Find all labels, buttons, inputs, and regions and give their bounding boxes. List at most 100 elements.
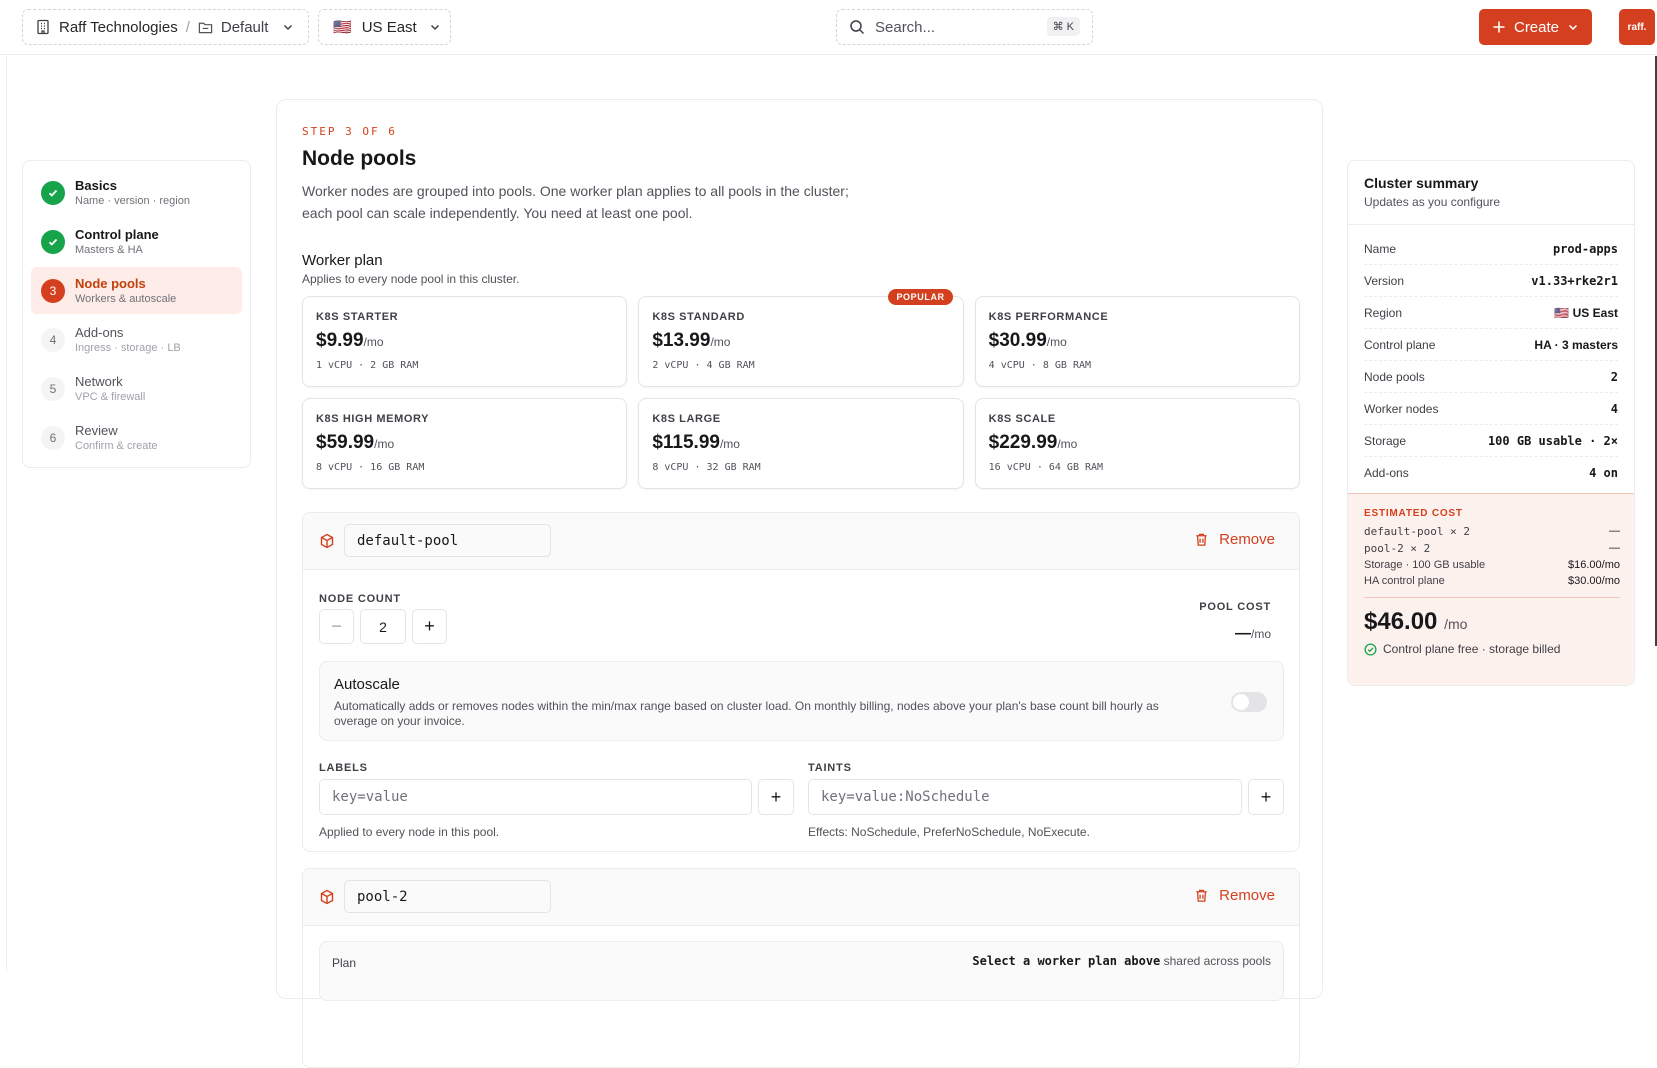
cluster-summary: Cluster summary Updates as you configure… xyxy=(1347,160,1635,686)
step-title: Control plane xyxy=(75,227,159,242)
cost-row: Storage · 100 GB usable $16.00/mo xyxy=(1364,559,1620,571)
step-title: Review xyxy=(75,423,118,438)
step-add-ons[interactable]: 4 Add-ons Ingress · storage · LB xyxy=(31,316,242,363)
summary-key: Storage xyxy=(1364,433,1407,448)
pool-name-input[interactable]: default-pool xyxy=(344,524,551,557)
check-icon xyxy=(41,180,65,205)
summary-value: 🇺🇸 US East xyxy=(1554,305,1618,320)
check-circle-icon xyxy=(1364,642,1377,656)
cost-value: $30.00/mo xyxy=(1568,575,1620,587)
cube-icon xyxy=(320,533,334,549)
project-name: Default xyxy=(220,18,269,36)
autoscale-title: Autoscale xyxy=(334,676,400,693)
org-project-switcher[interactable]: Raff Technologies / Default xyxy=(22,9,309,45)
plan-name: K8S HIGH MEMORY xyxy=(316,413,430,425)
region-switcher[interactable]: 🇺🇸 US East xyxy=(318,9,451,45)
plan-name: K8S PERFORMANCE xyxy=(988,311,1109,323)
remove-pool-button[interactable]: Remove xyxy=(1194,531,1275,548)
labels-hint: Applied to every node in this pool. xyxy=(319,825,500,839)
check-icon xyxy=(41,229,65,254)
top-bar: Raff Technologies / Default 🇺🇸 US East S… xyxy=(0,0,1657,55)
taints-hint: Effects: NoSchedule, PreferNoSchedule, N… xyxy=(808,825,1090,839)
remove-pool-button[interactable]: Remove xyxy=(1194,887,1275,904)
increment-button[interactable]: + xyxy=(412,609,447,644)
cost-key: Storage · 100 GB usable xyxy=(1364,559,1486,571)
wizard-steps: Basics Name · version · region Control pl… xyxy=(22,160,251,468)
total-cost: $46.00 /mo xyxy=(1364,608,1620,636)
pool-cost-value: —/mo xyxy=(1235,625,1271,643)
plan-unit: /mo xyxy=(1057,437,1078,451)
pool-header: default-pool Remove xyxy=(303,513,1299,570)
plan-card-scale[interactable]: K8S SCALE $229.99/mo 16 vCPU · 64 GB RAM xyxy=(974,398,1300,489)
autoscale-toggle[interactable] xyxy=(1231,692,1267,712)
node-count-stepper: − 2 + xyxy=(319,609,447,644)
plan-unit: /mo xyxy=(719,437,740,451)
trash-icon xyxy=(1196,533,1207,546)
plan-card-performance[interactable]: K8S PERFORMANCE $30.99/mo 4 vCPU · 8 GB … xyxy=(974,296,1300,387)
decrement-button[interactable]: − xyxy=(319,609,354,644)
main-panel: STEP 3 OF 6 Node pools Worker nodes are … xyxy=(276,99,1323,1068)
plan-spec: 8 vCPU · 32 GB RAM xyxy=(652,462,761,473)
region-name: US East xyxy=(361,18,417,36)
labels-row: key=value + xyxy=(319,779,794,815)
plus-icon xyxy=(1493,21,1505,33)
building-icon xyxy=(37,19,49,35)
step-node-pools[interactable]: 3 Node pools Workers & autoscale xyxy=(31,267,242,314)
estimated-cost-panel: ESTIMATED COST default-pool × 2 — pool-2 … xyxy=(1348,493,1634,685)
step-control-plane[interactable]: Control plane Masters & HA xyxy=(31,218,242,265)
node-pool-card: pool-2 Remove Plan Select a worker plan … xyxy=(302,868,1300,1068)
remove-label: Remove xyxy=(1219,531,1275,548)
taints-input[interactable]: key=value:NoSchedule xyxy=(808,779,1242,815)
search-icon xyxy=(850,20,865,35)
plan-card-high-memory[interactable]: K8S HIGH MEMORY $59.99/mo 8 vCPU · 16 GB… xyxy=(302,398,628,489)
total-amount: $46.00 xyxy=(1364,608,1438,635)
step-number: 3 xyxy=(41,278,65,303)
taints-row: key=value:NoSchedule + xyxy=(808,779,1284,815)
plan-card-standard[interactable]: POPULAR K8S STANDARD $13.99/mo 2 vCPU · … xyxy=(638,289,964,387)
pool-plan-value: Select a worker plan above shared across… xyxy=(972,954,1271,968)
cost-row: default-pool × 2 — xyxy=(1364,525,1620,538)
summary-key: Control plane xyxy=(1364,337,1436,352)
summary-row: Add-ons 4 on xyxy=(1364,457,1618,489)
summary-row: Storage 100 GB usable · 2× xyxy=(1364,425,1618,457)
step-number: 6 xyxy=(41,425,65,450)
plan-unit: /mo xyxy=(710,335,731,349)
add-label-button[interactable]: + xyxy=(758,779,794,815)
summary-row: Node pools 2 xyxy=(1364,361,1618,393)
step-network[interactable]: 5 Network VPC & firewall xyxy=(31,365,242,412)
plan-name: K8S LARGE xyxy=(652,413,721,425)
plan-spec: 16 vCPU · 64 GB RAM xyxy=(988,462,1104,473)
step-title: Network xyxy=(75,374,123,389)
plan-price: $13.99 xyxy=(652,330,711,351)
node-count-value[interactable]: 2 xyxy=(360,609,406,644)
pool-name-input[interactable]: pool-2 xyxy=(344,880,551,913)
summary-value: 4 on xyxy=(1589,466,1618,480)
plan-card-large[interactable]: K8S LARGE $115.99/mo 8 vCPU · 32 GB RAM xyxy=(638,398,964,489)
summary-value: 4 xyxy=(1610,401,1618,416)
summary-row: Control plane HA · 3 masters xyxy=(1364,329,1618,361)
step-subtitle: Ingress · storage · LB xyxy=(75,342,181,354)
labels-input[interactable]: key=value xyxy=(319,779,752,815)
search-input[interactable]: Search... ⌘ K xyxy=(836,9,1093,45)
summary-key: Worker nodes xyxy=(1364,401,1439,416)
account-logo[interactable]: raff. xyxy=(1619,9,1655,45)
pool-plan-row: Plan Select a worker plan above shared a… xyxy=(319,941,1284,1001)
pool-cost-label: POOL COST xyxy=(1199,601,1271,613)
plan-price: $229.99 xyxy=(988,432,1058,453)
pool-plan-selection: Select a worker plan above xyxy=(972,954,1161,968)
step-basics[interactable]: Basics Name · version · region xyxy=(31,169,242,216)
plan-spec: 1 vCPU · 2 GB RAM xyxy=(316,360,419,371)
pool-header: pool-2 Remove xyxy=(303,869,1299,926)
remove-label: Remove xyxy=(1219,887,1275,904)
step-review[interactable]: 6 Review Confirm & create xyxy=(31,414,242,461)
cost-key: pool-2 × 2 xyxy=(1364,542,1431,555)
create-button[interactable]: Create xyxy=(1479,9,1592,45)
summary-value: 2 xyxy=(1610,369,1618,384)
plan-grid: K8S STARTER $9.99/mo 1 vCPU · 2 GB RAM P… xyxy=(302,289,1300,489)
folder-icon xyxy=(198,22,213,33)
summary-value: 100 GB usable · 2× xyxy=(1487,433,1618,448)
pool-plan-suffix: shared across pools xyxy=(1163,954,1271,968)
add-taint-button[interactable]: + xyxy=(1248,779,1284,815)
plan-card-starter[interactable]: K8S STARTER $9.99/mo 1 vCPU · 2 GB RAM xyxy=(302,296,628,387)
trash-icon xyxy=(1196,889,1207,902)
